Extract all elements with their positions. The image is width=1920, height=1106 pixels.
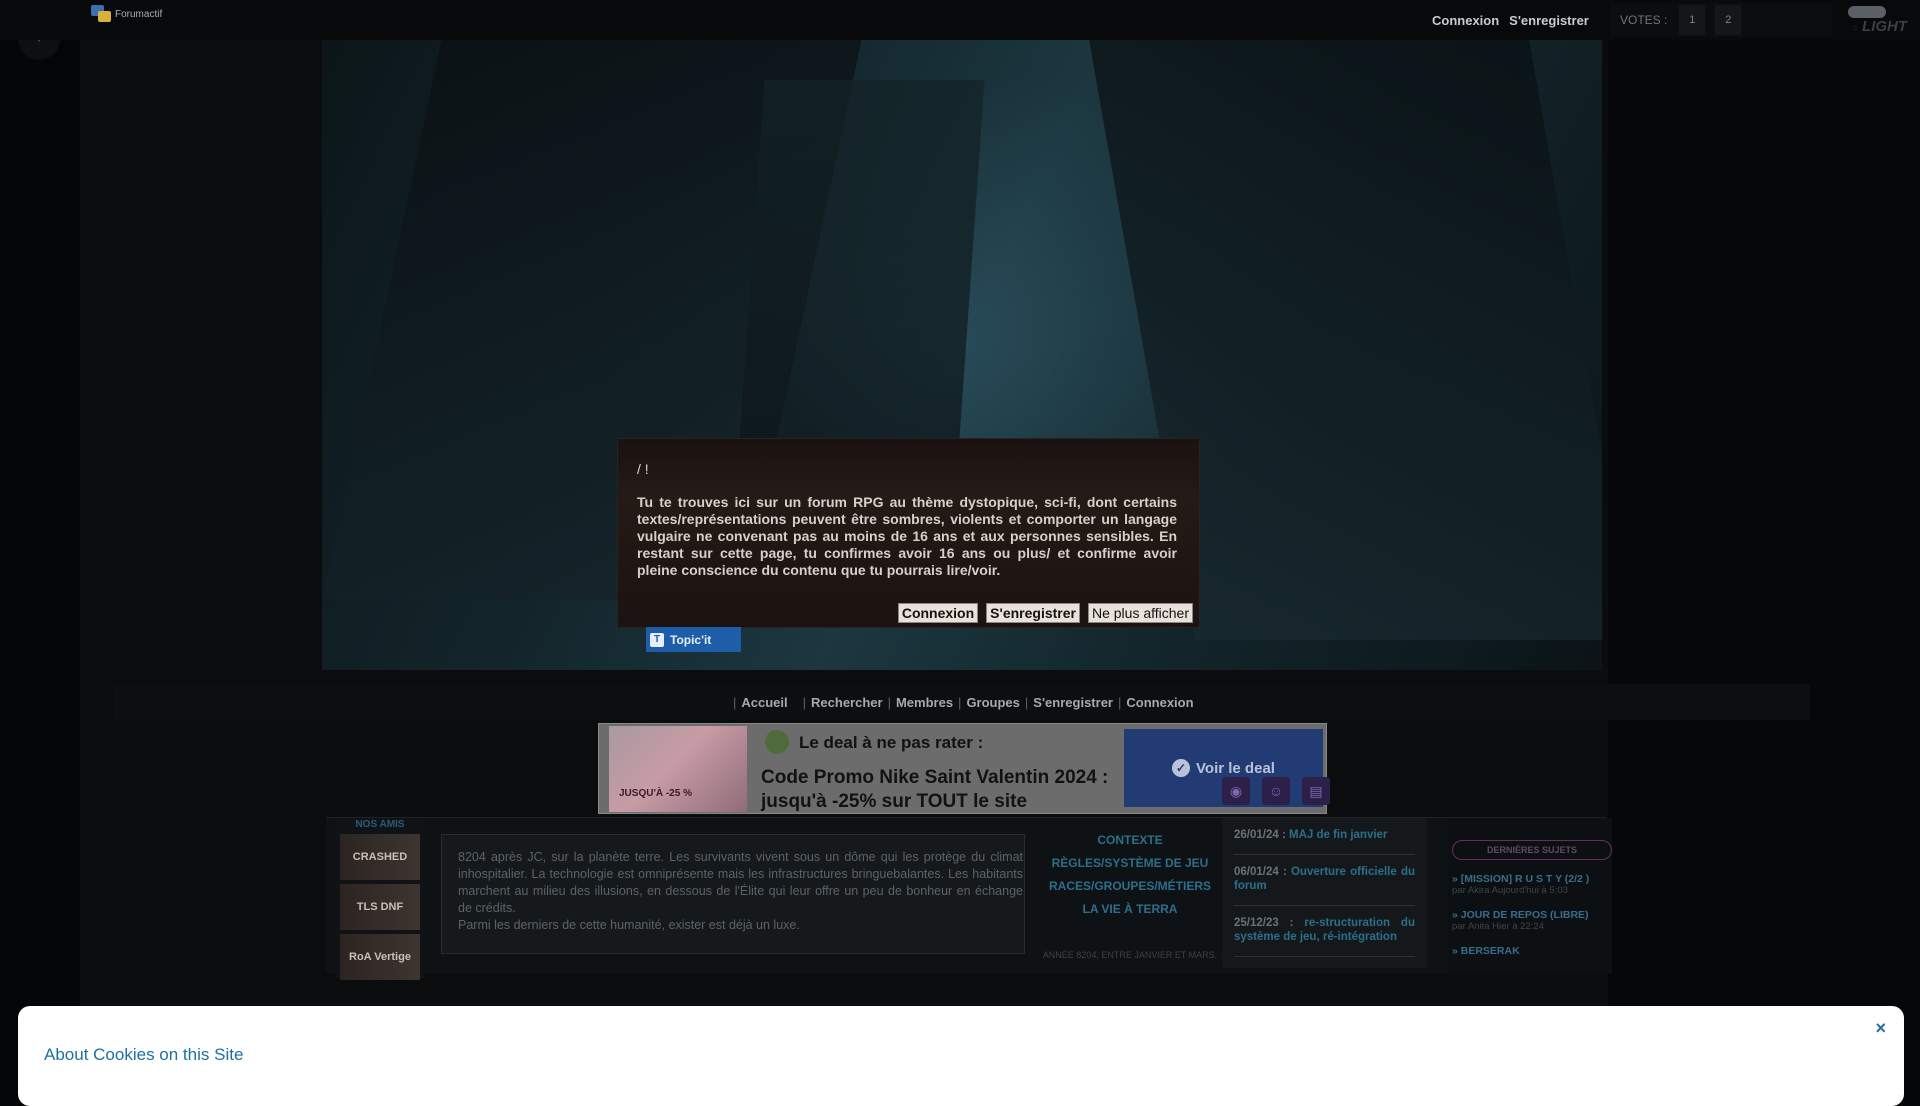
latest-topic-link[interactable]: » BERSERAK bbox=[1452, 946, 1612, 957]
news-link[interactable]: MAJ de fin janvier bbox=[1289, 829, 1387, 841]
latest-topic-link[interactable]: » [MISSION] R U S T Y (2/2 ) bbox=[1452, 874, 1612, 885]
discord-icon[interactable]: ◉ bbox=[1222, 777, 1250, 805]
frog-icon bbox=[765, 730, 789, 754]
news-item: 06/01/24 : Ouverture officielle du forum bbox=[1234, 865, 1415, 906]
topicit-button[interactable]: T Topic'it bbox=[646, 627, 741, 652]
context-box: 8204 après JC, sur la planète terre. Les… bbox=[441, 834, 1025, 954]
latest-topics-title: DERNIÈRES SUJETS bbox=[1452, 840, 1612, 860]
latest-topic: » [MISSION] R U S T Y (2/2 ) par Akira A… bbox=[1452, 874, 1612, 897]
warning-text: Tu te trouves ici sur un forum RPG au th… bbox=[637, 494, 1177, 578]
warning-login-button[interactable]: Connexion bbox=[897, 603, 979, 623]
building-center bbox=[739, 80, 985, 440]
top-register-link[interactable]: S'enregistrer bbox=[1509, 13, 1589, 28]
forumactif-icon bbox=[91, 5, 111, 23]
nav-senregistrer[interactable]: S'enregistrer bbox=[1033, 695, 1113, 710]
deal-image: JUSQU'À -25 % bbox=[609, 726, 747, 812]
news-item: 25/12/23 : re-structuration du système d… bbox=[1234, 916, 1415, 957]
deal-heading: Le deal à ne pas rater : bbox=[799, 733, 984, 752]
topicit-label: Topic'it bbox=[670, 632, 712, 647]
context-paragraph: 8204 après JC, sur la planète terre. Les… bbox=[458, 850, 1023, 915]
year-footer: ANNÉE 8204, ENTRE JANVIER ET MARS. bbox=[1042, 950, 1218, 960]
latest-topic: » BERSERAK bbox=[1452, 946, 1612, 957]
theme-toggle[interactable] bbox=[1848, 6, 1886, 18]
friend-banner[interactable]: CRASHED bbox=[340, 834, 420, 880]
cookie-title: About Cookies on this Site bbox=[44, 1045, 244, 1064]
vote-button-1[interactable]: 1 bbox=[1679, 5, 1706, 35]
latest-topic-link[interactable]: » JOUR DE REPOS (LIBRE) bbox=[1452, 910, 1612, 921]
deal-image-label: JUSQU'À -25 % bbox=[619, 788, 692, 799]
menu-races[interactable]: RACES/GROUPES/MÉTIERS bbox=[1028, 879, 1232, 893]
nav-groupes[interactable]: Groupes bbox=[966, 695, 1019, 710]
social-icons: ◉ ☺ ▤ bbox=[1222, 777, 1330, 805]
warning-buttons: Connexion S'enregistrer Ne plus afficher bbox=[897, 603, 1193, 623]
latest-topic-meta: par Anita Hier à 22:24 bbox=[1452, 921, 1544, 932]
nav-connexion[interactable]: Connexion bbox=[1126, 695, 1193, 710]
members-icon[interactable]: ☺ bbox=[1262, 777, 1290, 805]
cookie-banner: About Cookies on this Site × bbox=[18, 1006, 1904, 1106]
warning-register-button[interactable]: S'enregistrer bbox=[986, 603, 1080, 623]
menu-regles[interactable]: RÈGLES/SYSTÈME DE JEU bbox=[1028, 856, 1232, 870]
vote-button-2[interactable]: 2 bbox=[1715, 5, 1742, 35]
book-icon[interactable]: ▤ bbox=[1302, 777, 1330, 805]
news-panel: 26/01/24 : MAJ de fin janvier 06/01/24 :… bbox=[1222, 818, 1427, 968]
content-warning-popup: / ! Tu te trouves ici sur un forum RPG a… bbox=[617, 438, 1200, 628]
theme-label-text: LIGHT bbox=[1862, 18, 1908, 35]
forumactif-label: Forumactif bbox=[115, 8, 163, 20]
deal-banner[interactable]: JUSQU'À -25 % Le deal à ne pas rater : C… bbox=[598, 723, 1327, 814]
latest-topic: » JOUR DE REPOS (LIBRE) par Anita Hier à… bbox=[1452, 910, 1612, 933]
deal-cta-label: Voir le deal bbox=[1196, 759, 1275, 777]
latest-topics-panel: DERNIÈRES SUJETS » [MISSION] R U S T Y (… bbox=[1447, 818, 1612, 973]
top-login-link[interactable]: Connexion bbox=[1432, 13, 1499, 28]
news-item: 26/01/24 : MAJ de fin janvier bbox=[1234, 828, 1415, 855]
menu-contexte[interactable]: CONTEXTE bbox=[1028, 833, 1232, 847]
news-date: 06/01/24 : bbox=[1234, 866, 1287, 878]
sun-icon: ○ bbox=[1852, 23, 1859, 34]
main-nav: | Accueil | Rechercher | Membres | Groupes |… bbox=[733, 695, 1194, 710]
menu-vie[interactable]: LA VIE À TERRA bbox=[1028, 902, 1232, 916]
latest-topic-meta: par Akira Aujourd'hui à 5:03 bbox=[1452, 885, 1568, 896]
friends-title: NOS AMIS bbox=[355, 819, 405, 830]
close-icon[interactable]: × bbox=[1875, 1018, 1886, 1039]
deal-title[interactable]: Code Promo Nike Saint Valentin 2024 : ju… bbox=[761, 766, 1131, 814]
news-date: 26/01/24 : bbox=[1234, 829, 1286, 841]
topicit-icon: T bbox=[650, 632, 664, 647]
right-column bbox=[1608, 0, 1920, 1080]
context-tagline: Parmi les derniers de cette humanité, ex… bbox=[458, 918, 800, 932]
news-date: 25/12/23 : bbox=[1234, 917, 1294, 929]
nav-membres[interactable]: Membres bbox=[896, 695, 953, 710]
nav-accueil[interactable]: Accueil bbox=[741, 695, 787, 710]
friend-banner[interactable]: TLS DNF bbox=[340, 884, 420, 930]
check-icon: ✓ bbox=[1172, 759, 1191, 777]
friend-banner[interactable]: RoA Vertige bbox=[340, 934, 420, 980]
context-text: 8204 après JC, sur la planète terre. Les… bbox=[458, 849, 1023, 934]
votes-label: VOTES : bbox=[1620, 13, 1668, 27]
warning-dismiss-button[interactable]: Ne plus afficher bbox=[1087, 603, 1193, 623]
forumactif-logo[interactable]: Forumactif bbox=[91, 5, 162, 23]
friends-panel: NOS AMIS CRASHED TLS DNF RoA Vertige bbox=[336, 818, 424, 980]
nav-rechercher[interactable]: Rechercher bbox=[811, 695, 883, 710]
votes-panel: VOTES : 1 2 bbox=[1610, 3, 1832, 37]
left-sidebar: + bbox=[0, 0, 80, 1080]
theme-label: ○ LIGHT bbox=[1852, 18, 1907, 35]
warning-title: / ! bbox=[637, 461, 649, 477]
top-auth-links: Connexion S'enregistrer bbox=[1432, 13, 1589, 28]
info-menu: CONTEXTE RÈGLES/SYSTÈME DE JEU RACES/GRO… bbox=[1028, 833, 1232, 925]
